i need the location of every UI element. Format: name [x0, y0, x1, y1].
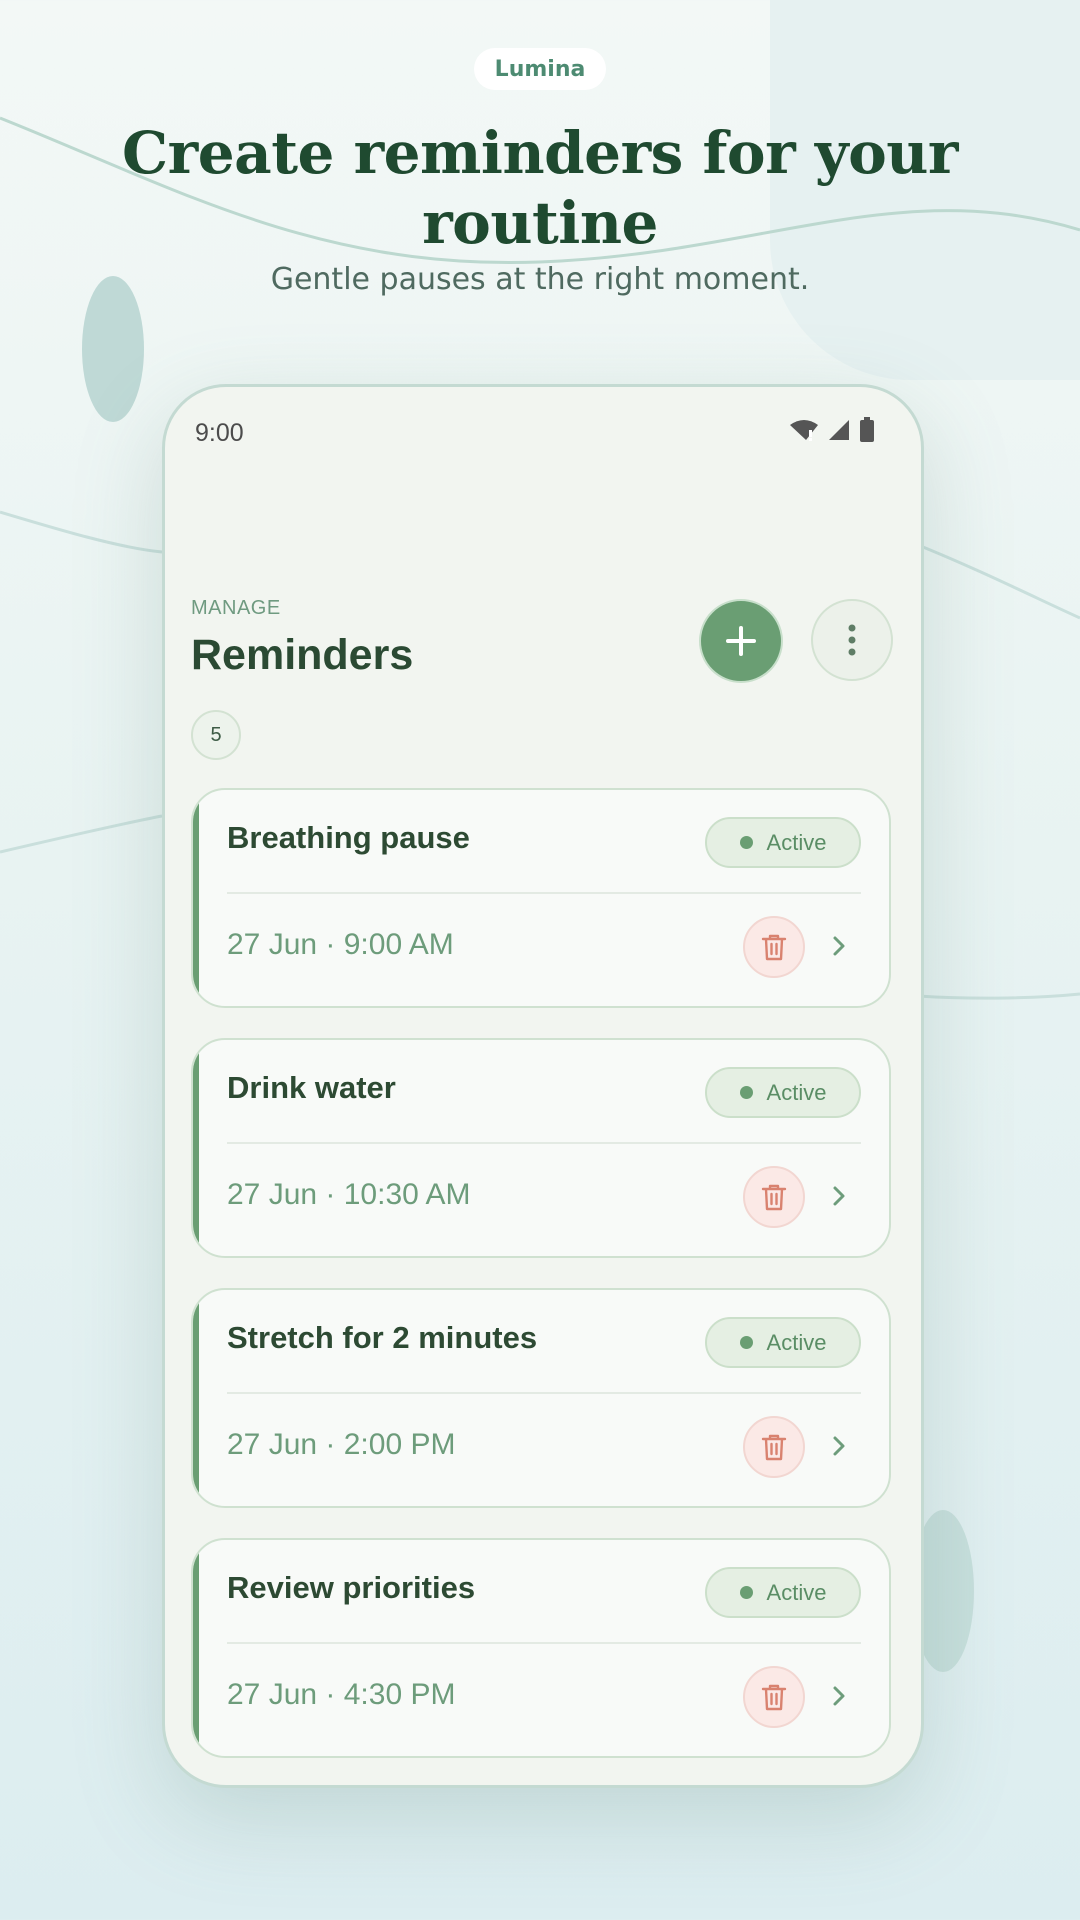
status-badge: Active	[705, 1317, 861, 1368]
divider	[227, 1142, 861, 1144]
divider	[227, 892, 861, 894]
open-details-button[interactable]	[819, 1676, 859, 1716]
status-badge: Active	[705, 1067, 861, 1118]
reminder-title: Drink water	[227, 1070, 396, 1105]
brand-badge: Lumina	[474, 48, 606, 90]
divider	[227, 1642, 861, 1644]
status-dot	[739, 1086, 753, 1099]
more-vertical-icon	[848, 624, 856, 656]
reminder-time: 27 Jun · 4:30 PM	[227, 1678, 456, 1711]
reminder-card[interactable]: Breathing pause Active 27 Jun · 9:00 AM	[191, 788, 891, 1008]
reminder-card[interactable]: Drink water Active 27 Jun · 10:30 AM	[191, 1038, 891, 1258]
status-label: Active	[766, 1579, 827, 1605]
status-label: Active	[766, 1079, 827, 1105]
reminder-time: 27 Jun · 10:30 AM	[227, 1178, 471, 1211]
signal-icon	[829, 420, 849, 440]
headline: Create reminders for your routine	[122, 119, 958, 257]
card-accent-bar	[193, 790, 199, 1006]
chevron-right-icon	[833, 936, 845, 956]
phone-frame: 9:00 MANAGE Reminders 5 Breathing pause …	[162, 384, 924, 1788]
reminder-title: Stretch for 2 minutes	[227, 1320, 538, 1355]
add-reminder-button[interactable]	[699, 599, 783, 683]
status-icons	[789, 417, 875, 443]
wifi-icon	[790, 420, 818, 441]
trash-icon	[761, 1434, 787, 1461]
chevron-right-icon	[833, 1436, 845, 1456]
status-badge: Active	[705, 1567, 861, 1618]
delete-button[interactable]	[743, 1416, 805, 1478]
status-badge: Active	[705, 817, 861, 868]
open-details-button[interactable]	[819, 1176, 859, 1216]
subtitle: Gentle pauses at the right moment.	[270, 262, 810, 297]
card-accent-bar	[193, 1040, 199, 1256]
reminder-time: 27 Jun · 9:00 AM	[227, 928, 454, 961]
reminder-count-badge: 5	[191, 710, 241, 760]
trash-icon	[761, 934, 787, 961]
reminder-card[interactable]: Review priorities Active 27 Jun · 4:30 P…	[191, 1538, 891, 1758]
chevron-right-icon	[833, 1186, 845, 1206]
delete-button[interactable]	[743, 916, 805, 978]
delete-button[interactable]	[743, 1666, 805, 1728]
status-dot	[739, 1586, 753, 1599]
status-dot	[739, 836, 753, 849]
reminder-title: Review priorities	[227, 1570, 476, 1605]
card-accent-bar	[193, 1540, 199, 1756]
status-label: Active	[766, 1329, 827, 1355]
trash-icon	[761, 1184, 787, 1211]
reminder-card[interactable]: Stretch for 2 minutes Active 27 Jun · 2:…	[191, 1288, 891, 1508]
open-details-button[interactable]	[819, 926, 859, 966]
delete-button[interactable]	[743, 1166, 805, 1228]
reminder-title: Breathing pause	[227, 820, 470, 855]
decorative-ellipse	[82, 276, 144, 422]
status-time: 9:00	[195, 419, 244, 447]
plus-icon	[726, 626, 756, 656]
divider	[227, 1392, 861, 1394]
reminder-time: 27 Jun · 2:00 PM	[227, 1428, 456, 1461]
section-eyebrow: MANAGE	[191, 597, 281, 619]
open-details-button[interactable]	[819, 1426, 859, 1466]
page-title: Reminders	[191, 631, 414, 679]
battery-icon	[860, 417, 874, 442]
chevron-right-icon	[833, 1686, 845, 1706]
trash-icon	[761, 1684, 787, 1711]
status-label: Active	[766, 829, 827, 855]
status-dot	[739, 1336, 753, 1349]
more-options-button[interactable]	[811, 599, 893, 681]
card-accent-bar	[193, 1290, 199, 1506]
